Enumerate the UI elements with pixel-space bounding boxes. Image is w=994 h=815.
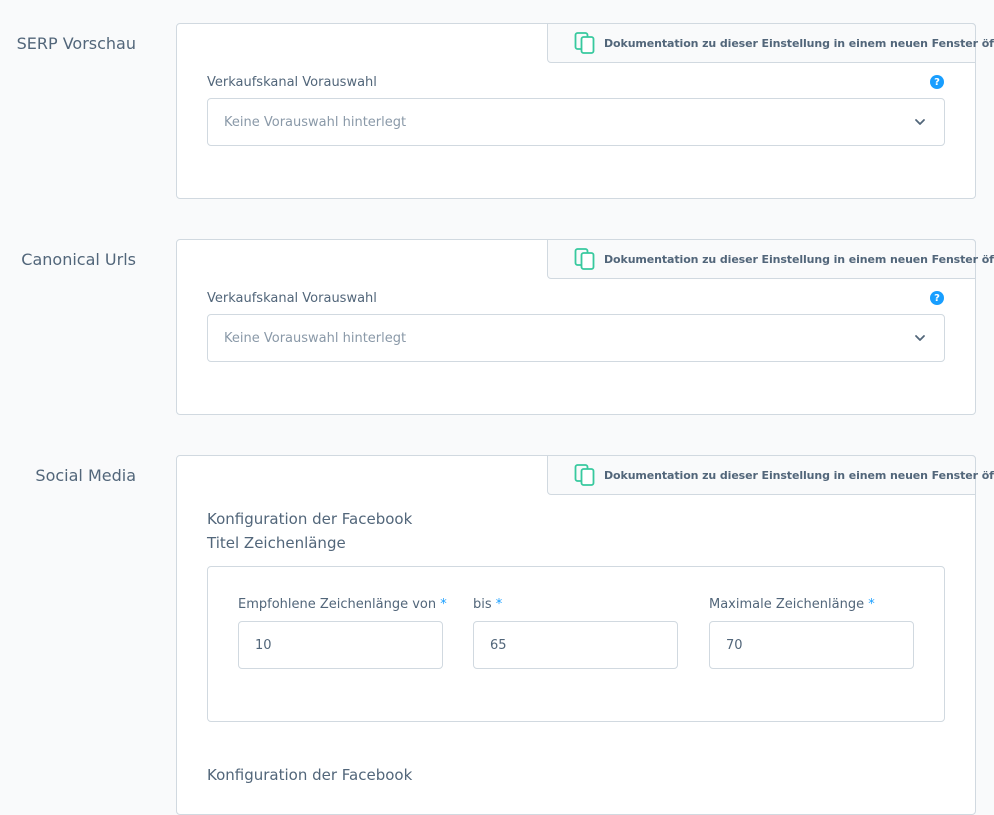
sales-channel-select[interactable]: Keine Vorauswahl hinterlegt: [207, 98, 945, 146]
config-subheading: Titel Zeichenlänge: [207, 534, 346, 552]
documentation-link-label: Dokumentation zu dieser Einstellung in e…: [604, 468, 994, 482]
chevron-down-icon: [915, 335, 925, 341]
max-length-input[interactable]: 70: [709, 621, 914, 669]
document-copy-icon: [574, 32, 595, 54]
min-length-input[interactable]: 10: [238, 621, 443, 669]
documentation-link[interactable]: Dokumentation zu dieser Einstellung in e…: [547, 455, 994, 495]
sales-channel-select[interactable]: Keine Vorauswahl hinterlegt: [207, 314, 945, 362]
document-copy-icon: [574, 464, 595, 486]
title-length-group: Empfohlene Zeichenlänge von * 10 bis * 6…: [207, 566, 945, 722]
max-length-label: Maximale Zeichenlänge *: [709, 597, 875, 612]
section-title: Canonical Urls: [21, 250, 136, 269]
min-length-label: Empfohlene Zeichenlänge von *: [238, 597, 447, 612]
section-title: Social Media: [35, 466, 136, 485]
documentation-link-label: Dokumentation zu dieser Einstellung in e…: [604, 252, 994, 266]
select-placeholder: Keine Vorauswahl hinterlegt: [224, 330, 407, 346]
serp-preview-card: Dokumentation zu dieser Einstellung in e…: [176, 23, 994, 199]
document-copy-icon: [574, 248, 595, 270]
config-heading: Konfiguration der Facebook: [207, 510, 413, 528]
to-length-label: bis *: [473, 597, 503, 612]
documentation-link-label: Dokumentation zu dieser Einstellung in e…: [604, 36, 994, 50]
social-media-card: Dokumentation zu dieser Einstellung in e…: [176, 455, 994, 815]
config-heading-next: Konfiguration der Facebook: [207, 766, 413, 784]
documentation-link[interactable]: Dokumentation zu dieser Einstellung in e…: [547, 23, 994, 63]
field-label: Verkaufskanal Vorauswahl: [207, 75, 377, 90]
question-mark-icon[interactable]: ?: [930, 75, 944, 89]
documentation-link[interactable]: Dokumentation zu dieser Einstellung in e…: [547, 239, 994, 279]
chevron-down-icon: [915, 119, 925, 125]
select-placeholder: Keine Vorauswahl hinterlegt: [224, 114, 407, 130]
to-length-input[interactable]: 65: [473, 621, 678, 669]
field-label: Verkaufskanal Vorauswahl: [207, 291, 377, 306]
question-mark-icon[interactable]: ?: [930, 291, 944, 305]
canonical-urls-card: Dokumentation zu dieser Einstellung in e…: [176, 239, 994, 415]
section-title: SERP Vorschau: [16, 34, 136, 53]
